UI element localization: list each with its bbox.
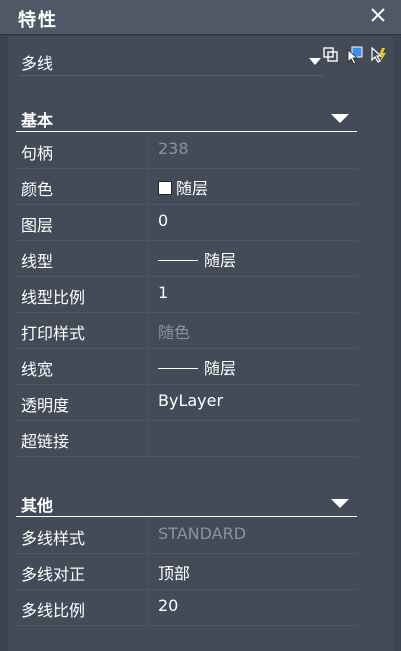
property-label: 线型	[21, 252, 54, 271]
property-label: 图层	[21, 216, 54, 235]
lineweight-sample-icon	[158, 368, 198, 369]
linetype-sample-icon	[158, 260, 198, 261]
property-label: 句柄	[21, 144, 54, 163]
property-value: 随层	[176, 179, 209, 198]
property-value[interactable]: 0	[158, 211, 168, 230]
section-other-header[interactable]: 其他	[16, 488, 357, 517]
property-label: 多线样式	[21, 529, 86, 548]
property-value: 238	[158, 139, 189, 158]
property-row-layer[interactable]: 图层 0	[16, 205, 357, 241]
select-objects-icon[interactable]	[345, 45, 365, 65]
property-value[interactable]: ByLayer	[158, 391, 223, 410]
property-value: STANDARD	[158, 524, 247, 543]
property-value: 随层	[204, 251, 237, 270]
color-swatch-icon	[158, 181, 172, 195]
property-label: 打印样式	[21, 324, 86, 343]
toggle-pickadd-icon[interactable]	[321, 45, 341, 65]
column-divider	[147, 349, 148, 385]
collapse-icon[interactable]	[331, 499, 349, 508]
property-row-lineweight[interactable]: 线宽 随层	[16, 349, 357, 385]
property-row-linetype[interactable]: 线型 随层	[16, 241, 357, 277]
quick-select-icon[interactable]	[369, 45, 389, 65]
column-divider	[147, 385, 148, 421]
property-row-mline-justification[interactable]: 多线对正 顶部	[16, 554, 357, 590]
property-label: 线宽	[21, 360, 54, 379]
object-type-dropdown[interactable]: 多线	[20, 47, 323, 76]
property-value: 随色	[158, 323, 191, 342]
property-row-linetype-scale[interactable]: 线型比例 1	[16, 277, 357, 313]
property-value-wrap[interactable]: 随层	[158, 175, 208, 199]
chevron-down-icon	[309, 58, 321, 65]
property-row-mline-scale[interactable]: 多线比例 20	[16, 590, 357, 626]
property-row-color[interactable]: 颜色 随层	[16, 169, 357, 205]
column-divider	[147, 133, 148, 169]
window-title: 特性	[18, 10, 58, 31]
property-value[interactable]: 20	[158, 596, 178, 615]
close-icon[interactable]	[367, 4, 389, 26]
property-label: 多线比例	[21, 601, 86, 620]
section-other-title: 其他	[21, 496, 54, 515]
object-type-value: 多线	[21, 54, 54, 73]
title-bar: 特性	[0, 0, 401, 35]
column-divider	[147, 421, 148, 457]
property-row-mline-style: 多线样式 STANDARD	[16, 518, 357, 554]
property-label: 多线对正	[21, 565, 86, 584]
property-label: 超链接	[21, 432, 70, 451]
column-divider	[147, 205, 148, 241]
column-divider	[147, 590, 148, 626]
collapse-icon[interactable]	[331, 114, 349, 123]
column-divider	[147, 313, 148, 349]
property-label: 颜色	[21, 180, 54, 199]
column-divider	[147, 554, 148, 590]
column-divider	[147, 518, 148, 554]
section-basic-title: 基本	[21, 111, 54, 130]
property-value: 随层	[204, 359, 237, 378]
property-row-hyperlink[interactable]: 超链接	[16, 421, 357, 457]
property-row-plot-style: 打印样式 随色	[16, 313, 357, 349]
column-divider	[147, 277, 148, 313]
column-divider	[147, 169, 148, 205]
property-value-wrap[interactable]: 随层	[158, 355, 236, 379]
column-divider	[147, 241, 148, 277]
property-row-handle: 句柄 238	[16, 133, 357, 169]
property-label: 线型比例	[21, 288, 86, 307]
property-value[interactable]: 顶部	[158, 560, 190, 584]
property-label: 透明度	[21, 396, 70, 415]
property-row-transparency[interactable]: 透明度 ByLayer	[16, 385, 357, 421]
properties-panel: 多线 基本 句柄 238 颜色 随层 图层 0 线型 随层 线型比例 1 打印样…	[8, 37, 393, 651]
property-value[interactable]: 1	[158, 283, 168, 302]
property-value-wrap[interactable]: 随层	[158, 247, 236, 271]
section-basic-header[interactable]: 基本	[16, 103, 357, 132]
